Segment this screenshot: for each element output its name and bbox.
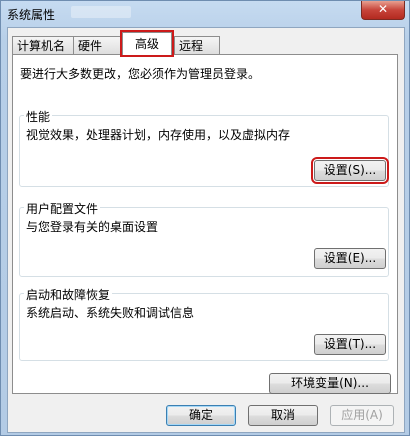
dialog-client-area: 计算机名 硬件 高级 远程 要进行大多数更改，您必须作为管理员登录。 性能 视觉… — [7, 27, 405, 433]
performance-group: 性能 视觉效果，处理器计划，内存使用，以及虚拟内存 设置(S)... — [19, 108, 389, 187]
tab-remote[interactable]: 远程 — [174, 36, 220, 54]
tab-advanced[interactable]: 高级 — [120, 30, 174, 57]
advanced-tab-panel: 要进行大多数更改，您必须作为管理员登录。 性能 视觉效果，处理器计划，内存使用，… — [12, 54, 398, 394]
close-button[interactable]: ✕ — [361, 1, 405, 20]
startup-recovery-group-title: 启动和故障恢复 — [24, 286, 113, 303]
system-properties-window: 系统属性 ✕ 计算机名 硬件 高级 远程 要进行大多数更改，您必须作为管理员登录… — [0, 0, 410, 436]
window-title: 系统属性 — [7, 8, 56, 22]
performance-desc: 视觉效果，处理器计划，内存使用，以及虚拟内存 — [26, 128, 291, 142]
title-bar[interactable]: 系统属性 ✕ — [1, 1, 409, 25]
user-profile-settings-button[interactable]: 设置(E)... — [314, 248, 386, 269]
tab-hardware[interactable]: 硬件 — [73, 36, 121, 54]
apply-button[interactable]: 应用(A) — [330, 405, 394, 426]
user-profile-group: 用户配置文件 与您登录有关的桌面设置 设置(E)... — [19, 200, 389, 277]
performance-settings-button[interactable]: 设置(S)... — [311, 157, 389, 184]
tab-computer-name[interactable]: 计算机名 — [12, 36, 74, 54]
title-bar-blur — [71, 6, 131, 18]
startup-recovery-settings-button[interactable]: 设置(T)... — [314, 334, 386, 355]
user-profile-group-title: 用户配置文件 — [24, 200, 101, 217]
cancel-button[interactable]: 取消 — [248, 405, 318, 426]
performance-group-title: 性能 — [24, 108, 53, 125]
admin-notice: 要进行大多数更改，您必须作为管理员登录。 — [20, 67, 261, 81]
user-profile-desc: 与您登录有关的桌面设置 — [26, 220, 159, 234]
ok-button[interactable]: 确定 — [166, 405, 236, 426]
startup-recovery-group: 启动和故障恢复 系统启动、系统失败和调试信息 设置(T)... — [19, 286, 389, 361]
environment-variables-button[interactable]: 环境变量(N)... — [269, 373, 391, 394]
startup-recovery-desc: 系统启动、系统失败和调试信息 — [26, 306, 195, 320]
